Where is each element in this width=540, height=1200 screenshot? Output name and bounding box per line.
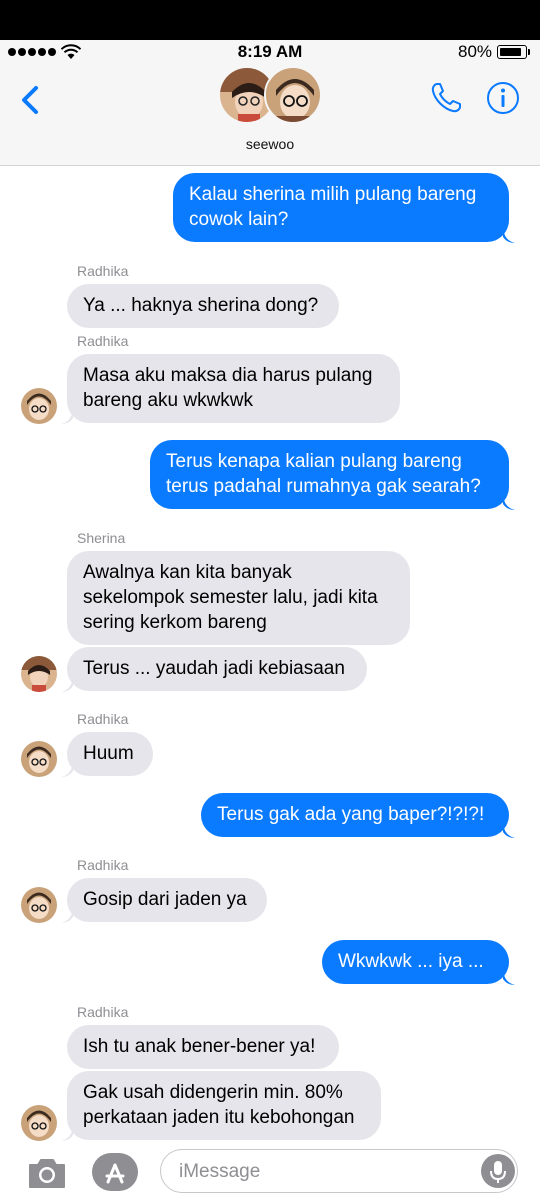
group-avatars[interactable] bbox=[218, 66, 322, 124]
incoming-message[interactable]: Terus ... yaudah jadi kebiasaan bbox=[67, 647, 367, 691]
sender-name: Radhika bbox=[77, 857, 129, 873]
message-line: Gosip dari jaden ya bbox=[83, 889, 247, 910]
sender-name: Radhika bbox=[77, 1004, 129, 1020]
incoming-message[interactable]: Ya ... haknya sherina dong? bbox=[67, 284, 339, 328]
sender-avatar[interactable] bbox=[21, 1105, 57, 1141]
microphone-icon bbox=[490, 1161, 506, 1183]
sender-name: Radhika bbox=[77, 333, 129, 349]
bubble-tail bbox=[61, 1127, 73, 1141]
message-line: Awalnya kan kita banyak bbox=[83, 562, 292, 583]
battery-percentage: 80% bbox=[458, 42, 493, 61]
message-line: Ya ... haknya sherina dong? bbox=[83, 295, 319, 316]
message-line: Terus kenapa kalian pulang bareng bbox=[166, 451, 462, 472]
message-line: bareng aku wkwkwk bbox=[83, 390, 254, 411]
incoming-message[interactable]: Ish tu anak bener-bener ya! bbox=[67, 1025, 339, 1069]
message-line: terus padahal rumahnya gak searah? bbox=[166, 476, 481, 497]
message-line: Wkwkwk ... iya ... bbox=[338, 951, 484, 972]
message-line: Gak usah didengerin min. 80% bbox=[83, 1082, 343, 1103]
message-input-wrapper bbox=[160, 1149, 518, 1193]
conversation-header: 8:19 AM 80% seewoo bbox=[0, 40, 540, 166]
sender-avatar[interactable] bbox=[21, 741, 57, 777]
message-line: Terus gak ada yang baper?!?!?! bbox=[217, 804, 485, 825]
status-bar: 8:19 AM 80% bbox=[0, 40, 540, 64]
message-line: sering kerkom bareng bbox=[83, 612, 267, 633]
message-line: cowok lain? bbox=[189, 209, 289, 230]
camera-icon[interactable] bbox=[27, 1156, 67, 1190]
incoming-message[interactable]: Masa aku maksa dia harus pulang bareng a… bbox=[67, 354, 400, 423]
contact-name[interactable]: seewoo bbox=[0, 136, 540, 152]
outgoing-message[interactable]: Terus gak ada yang baper?!?!?! bbox=[201, 793, 509, 837]
sender-name: Radhika bbox=[77, 263, 129, 279]
app-store-icon bbox=[105, 1163, 125, 1184]
bubble-tail bbox=[61, 763, 73, 777]
message-line: Kalau sherina milih pulang bareng bbox=[189, 184, 477, 205]
incoming-message[interactable]: Gak usah didengerin min. 80% perkataan j… bbox=[67, 1071, 381, 1140]
sender-avatar[interactable] bbox=[21, 656, 57, 692]
bubble-tail bbox=[503, 971, 515, 985]
message-line: Ish tu anak bener-bener ya! bbox=[83, 1036, 316, 1057]
message-composer bbox=[0, 1146, 540, 1200]
contact-avatar bbox=[264, 66, 322, 124]
message-line: Terus ... yaudah jadi kebiasaan bbox=[83, 658, 345, 679]
bubble-tail bbox=[61, 410, 73, 424]
microphone-button[interactable] bbox=[481, 1154, 515, 1188]
outgoing-message[interactable]: Terus kenapa kalian pulang bareng terus … bbox=[150, 440, 509, 509]
sender-avatar[interactable] bbox=[21, 887, 57, 923]
bubble-tail bbox=[503, 824, 515, 838]
bubble-tail bbox=[61, 678, 73, 692]
message-line: Huum bbox=[83, 743, 134, 764]
message-line: Masa aku maksa dia harus pulang bbox=[83, 365, 373, 386]
bubble-tail bbox=[503, 229, 515, 243]
phone-icon[interactable] bbox=[428, 80, 464, 116]
battery-icon bbox=[497, 45, 527, 59]
message-thread[interactable]: Kalau sherina milih pulang bareng cowok … bbox=[0, 166, 540, 1146]
bubble-tail bbox=[61, 909, 73, 923]
incoming-message[interactable]: Huum bbox=[67, 732, 153, 776]
outgoing-message[interactable]: Wkwkwk ... iya ... bbox=[322, 940, 509, 984]
top-bezel bbox=[0, 0, 540, 40]
sender-name: Radhika bbox=[77, 711, 129, 727]
outgoing-message[interactable]: Kalau sherina milih pulang bareng cowok … bbox=[173, 173, 509, 242]
incoming-message[interactable]: Awalnya kan kita banyak sekelompok semes… bbox=[67, 551, 410, 645]
info-icon[interactable] bbox=[485, 80, 521, 116]
sender-avatar[interactable] bbox=[21, 388, 57, 424]
back-button[interactable] bbox=[16, 80, 46, 120]
message-line: perkataan jaden itu kebohongan bbox=[83, 1107, 355, 1128]
message-line: sekelompok semester lalu, jadi kita bbox=[83, 587, 378, 608]
sender-name: Sherina bbox=[77, 530, 126, 546]
incoming-message[interactable]: Gosip dari jaden ya bbox=[67, 878, 267, 922]
app-store-button[interactable] bbox=[92, 1153, 138, 1191]
bubble-tail bbox=[503, 496, 515, 510]
message-input[interactable] bbox=[179, 1158, 469, 1186]
